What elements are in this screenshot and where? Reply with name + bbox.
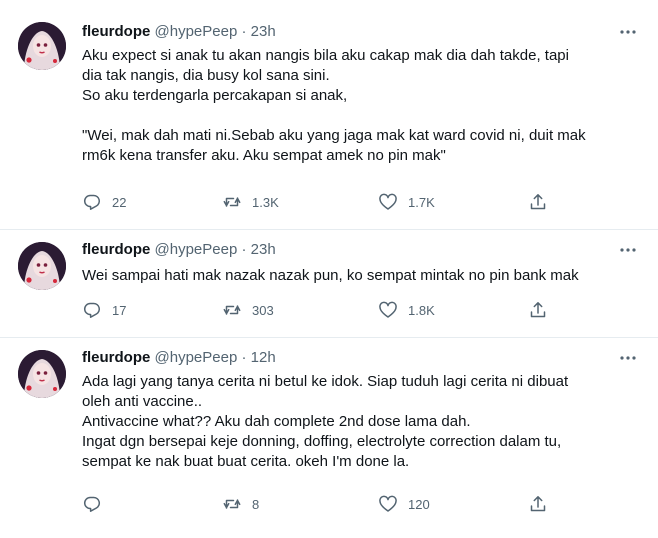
display-name[interactable]: fleurdope bbox=[82, 23, 150, 40]
tweet-text-line: Wei sampai hati mak nazak nazak pun, ko … bbox=[82, 267, 579, 284]
heart-icon bbox=[379, 301, 397, 318]
tweet-text: Aku expect si anak tu akan nangis bila a… bbox=[82, 46, 642, 166]
heart-icon bbox=[379, 495, 397, 512]
retweet-button[interactable]: 303 bbox=[222, 298, 274, 322]
separator-dot: · bbox=[241, 23, 247, 40]
like-count: 120 bbox=[408, 496, 430, 512]
like-button[interactable]: 1.8K bbox=[378, 298, 435, 322]
reply-icon bbox=[84, 194, 101, 210]
tweet-actions: 22 1.3K 1.7K bbox=[82, 190, 562, 214]
tweet-header: fleurdope @hypePeep · 23h bbox=[82, 240, 276, 260]
heart-icon bbox=[379, 193, 397, 210]
reply-count: 22 bbox=[112, 194, 127, 210]
tweet-header: fleurdope @hypePeep · 12h bbox=[82, 348, 276, 368]
tweet-text: Wei sampai hati mak nazak nazak pun, ko … bbox=[82, 266, 642, 286]
like-count: 1.7K bbox=[408, 194, 435, 210]
user-handle[interactable]: @hypePeep bbox=[155, 349, 238, 366]
display-name[interactable]: fleurdope bbox=[82, 349, 150, 366]
retweet-icon bbox=[223, 305, 241, 315]
tweet-actions: 8 120 bbox=[82, 492, 562, 516]
tweet-text: Ada lagi yang tanya cerita ni betul ke i… bbox=[82, 372, 642, 472]
tweet[interactable]: fleurdope @hypePeep · 23h Wei sampai hat… bbox=[0, 230, 658, 338]
avatar[interactable] bbox=[18, 350, 66, 398]
retweet-icon bbox=[223, 197, 241, 207]
tweet-header: fleurdope @hypePeep · 23h bbox=[82, 22, 276, 42]
timestamp[interactable]: 23h bbox=[251, 241, 276, 258]
tweet-text-line: Antivaccine what?? Aku dah complete 2nd … bbox=[82, 413, 471, 430]
retweet-count: 1.3K bbox=[252, 194, 279, 210]
user-handle[interactable]: @hypePeep bbox=[155, 241, 238, 258]
more-icon[interactable] bbox=[618, 240, 638, 260]
like-button[interactable]: 1.7K bbox=[378, 190, 435, 214]
avatar-image bbox=[18, 350, 66, 398]
separator-dot: · bbox=[241, 349, 247, 366]
reply-icon bbox=[84, 496, 101, 512]
retweet-count: 8 bbox=[252, 496, 260, 512]
share-icon bbox=[530, 194, 546, 210]
user-handle[interactable]: @hypePeep bbox=[155, 23, 238, 40]
reply-button[interactable] bbox=[82, 492, 112, 516]
tweet-thread: fleurdope @hypePeep · 23h Aku expect si … bbox=[0, 0, 658, 538]
tweet[interactable]: fleurdope @hypePeep · 12h Ada lagi yang … bbox=[0, 338, 658, 538]
tweet-text-line: oleh anti vaccine.. bbox=[82, 393, 203, 410]
avatar-image bbox=[18, 22, 66, 70]
retweet-count: 303 bbox=[252, 302, 274, 318]
avatar[interactable] bbox=[18, 22, 66, 70]
more-icon[interactable] bbox=[618, 22, 638, 42]
retweet-button[interactable]: 1.3K bbox=[222, 190, 279, 214]
reply-button[interactable]: 22 bbox=[82, 190, 126, 214]
tweet-text-line: Aku expect si anak tu akan nangis bila a… bbox=[82, 47, 569, 64]
reply-icon bbox=[84, 302, 101, 318]
tweet-text-line: rm6k kena transfer aku. Aku sempat amek … bbox=[82, 147, 446, 164]
reply-button[interactable]: 17 bbox=[82, 298, 126, 322]
reply-count: 17 bbox=[112, 302, 127, 318]
share-button[interactable] bbox=[528, 190, 548, 214]
tweet-text-line: Ada lagi yang tanya cerita ni betul ke i… bbox=[82, 373, 569, 390]
timestamp[interactable]: 23h bbox=[251, 23, 276, 40]
share-icon bbox=[530, 302, 546, 318]
share-icon bbox=[530, 496, 546, 512]
tweet[interactable]: fleurdope @hypePeep · 23h Aku expect si … bbox=[0, 0, 658, 230]
tweet-text-line: sempat ke nak buat buat cerita. okeh I'm… bbox=[82, 453, 410, 470]
separator-dot: · bbox=[241, 241, 247, 258]
tweet-text-line: Ingat dgn bersepai keje donning, doffing… bbox=[82, 433, 562, 450]
retweet-icon bbox=[223, 499, 241, 509]
avatar-image bbox=[18, 242, 66, 290]
more-icon[interactable] bbox=[618, 348, 638, 368]
retweet-button[interactable]: 8 bbox=[222, 492, 259, 516]
tweet-text-line: So aku terdengarla percakapan si anak, bbox=[82, 87, 348, 104]
tweet-actions: 17 303 1.8K bbox=[82, 298, 562, 322]
display-name[interactable]: fleurdope bbox=[82, 241, 150, 258]
timestamp[interactable]: 12h bbox=[251, 349, 276, 366]
avatar[interactable] bbox=[18, 242, 66, 290]
share-button[interactable] bbox=[528, 298, 548, 322]
tweet-text-line: "Wei, mak dah mati ni.Sebab aku yang jag… bbox=[82, 127, 586, 144]
tweet-text-line bbox=[82, 106, 642, 126]
like-count: 1.8K bbox=[408, 302, 435, 318]
like-button[interactable]: 120 bbox=[378, 492, 430, 516]
share-button[interactable] bbox=[528, 492, 548, 516]
tweet-text-line: dia tak nangis, dia busy kol sana sini. bbox=[82, 67, 330, 84]
